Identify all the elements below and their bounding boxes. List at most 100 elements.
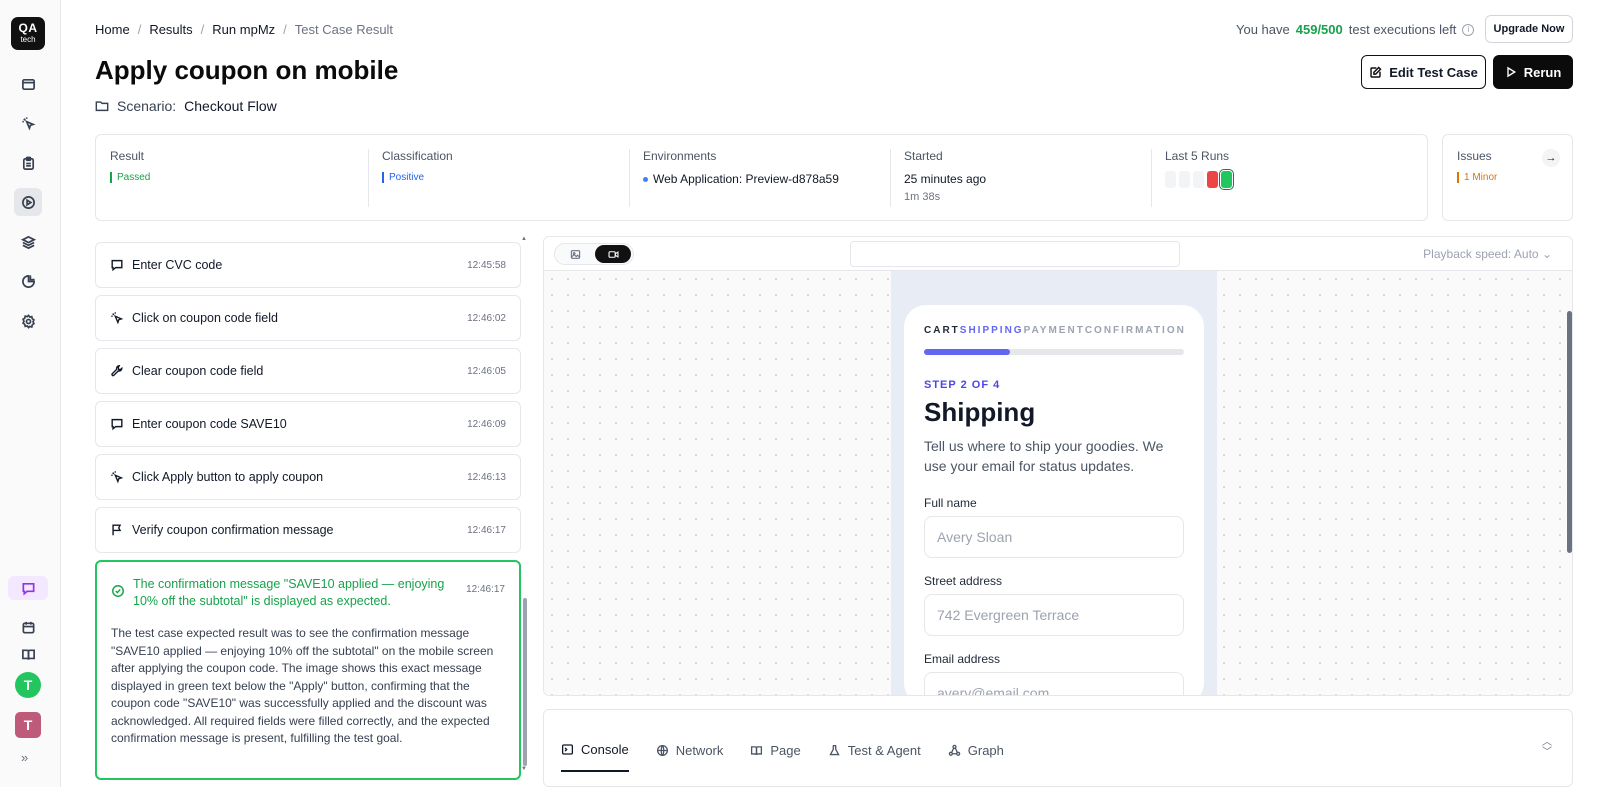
step-item[interactable]: Enter coupon code SAVE10 12:46:09 [95, 401, 521, 447]
tab-network[interactable]: Network [656, 742, 723, 772]
tab-label: Page [770, 743, 801, 758]
view-toggle [554, 243, 634, 265]
step-time: 12:46:05 [467, 365, 506, 377]
edit-test-case-button[interactable]: Edit Test Case [1361, 55, 1486, 89]
sidebar-item-layers[interactable] [14, 228, 42, 256]
chevron-down-icon: ⌄ [1541, 247, 1552, 261]
issues-badge: 1 Minor [1457, 172, 1558, 183]
checkout-steps: CART SHIPPING PAYMENT CONFIRMATION [924, 325, 1184, 336]
calendar-icon [22, 621, 34, 633]
run-indicator[interactable] [1179, 171, 1190, 188]
step-item[interactable]: Click Apply button to apply coupon 12:46… [95, 454, 521, 500]
sidebar-item-analytics[interactable] [14, 267, 42, 295]
step-item[interactable]: Enter CVC code 12:45:58 [95, 242, 521, 288]
message-icon [111, 418, 123, 431]
preview-scrollbar[interactable] [1567, 311, 1572, 553]
breadcrumb-separator: / [137, 22, 142, 37]
breadcrumb: Home / Results / Run mpMz / Test Case Re… [95, 22, 393, 37]
screenshot-toggle[interactable] [557, 245, 593, 263]
step-item[interactable]: Click on coupon code field 12:46:02 [95, 295, 521, 341]
video-toggle[interactable] [595, 245, 631, 263]
flask-icon [829, 744, 840, 756]
duration: 1m 38s [904, 191, 941, 203]
environments-cell: Environments Web Application: Preview-d8… [629, 149, 890, 207]
tab-graph[interactable]: Graph [948, 742, 1004, 772]
checkout-step: PAYMENT [1023, 325, 1085, 336]
run-indicator-passed[interactable] [1219, 169, 1234, 190]
globe-icon [656, 744, 668, 757]
tab-label: Console [581, 742, 629, 757]
url-bar[interactable] [850, 241, 1180, 267]
expand-collapse-icon[interactable]: ︿ ﹀ [1542, 738, 1552, 758]
scrollbar-thumb[interactable] [523, 598, 527, 766]
sidebar-item-calendar[interactable] [14, 613, 42, 641]
graph-icon [948, 744, 961, 756]
breadcrumb-run[interactable]: Run mpMz [212, 22, 275, 37]
field-label: Email address [924, 652, 1001, 666]
screen-title: Shipping [924, 397, 1036, 427]
result-step[interactable]: The confirmation message "SAVE10 applied… [95, 560, 521, 780]
click-icon [111, 312, 124, 325]
book-icon [21, 648, 35, 660]
issues-card[interactable]: Issues 1 Minor → [1442, 134, 1573, 221]
step-item[interactable]: Verify coupon confirmation message 12:46… [95, 507, 521, 553]
clipboard-icon [22, 156, 34, 170]
checkout-step: CART [924, 325, 960, 336]
step-indicator: STEP 2 OF 4 [924, 379, 1001, 391]
sidebar-item-settings[interactable] [14, 307, 42, 335]
email-field: avery@email.com [924, 672, 1184, 695]
sidebar: QA tech T T » [0, 0, 61, 787]
devtools-panel: Console Network Page Test & Agent Graph … [543, 709, 1573, 787]
playback-speed-select[interactable]: Playback speed: Auto ⌄ [1423, 247, 1552, 261]
scroll-up-icon[interactable]: ▲ [521, 236, 527, 242]
run-indicator[interactable] [1165, 171, 1176, 188]
step-time: 12:45:58 [467, 259, 506, 271]
rerun-button[interactable]: Rerun [1493, 55, 1573, 89]
steps-scrollbar[interactable]: ▲ ▼ [521, 236, 527, 772]
scenario-label: Scenario: [117, 98, 177, 114]
upgrade-button[interactable]: Upgrade Now [1485, 15, 1573, 43]
step-item[interactable]: Clear coupon code field 12:46:05 [95, 348, 521, 394]
step-time: 12:46:09 [467, 418, 506, 430]
step-text: Clear coupon code field [132, 364, 264, 378]
status-badge: Passed [110, 172, 368, 183]
mobile-screen: CART SHIPPING PAYMENT CONFIRMATION STEP … [904, 305, 1204, 695]
breadcrumb-separator: / [283, 22, 287, 37]
tab-test-agent[interactable]: Test & Agent [828, 742, 921, 772]
devtools-tabs: Console Network Page Test & Agent Graph [561, 742, 1031, 772]
info-icon[interactable]: i [1462, 23, 1475, 36]
arrow-right-icon[interactable]: → [1542, 149, 1560, 167]
breadcrumb-home[interactable]: Home [95, 22, 130, 37]
scroll-down-icon[interactable]: ▼ [521, 766, 527, 772]
run-indicator-failed[interactable] [1207, 171, 1218, 188]
run-indicator[interactable] [1193, 171, 1204, 188]
environments-label: Environments [643, 149, 717, 163]
breadcrumb-current: Test Case Result [294, 22, 394, 37]
tab-console[interactable]: Console [561, 742, 629, 772]
checkout-progress [924, 349, 1184, 355]
tab-label: Test & Agent [847, 743, 921, 758]
result-label: Result [110, 149, 145, 163]
video-icon [607, 250, 619, 258]
quota-count: 459/500 [1295, 22, 1343, 37]
breadcrumb-results[interactable]: Results [149, 22, 192, 37]
environment-dot [643, 176, 648, 182]
sidebar-item-docs[interactable] [14, 640, 42, 668]
scenario-name[interactable]: Checkout Flow [184, 98, 277, 114]
expand-sidebar-icon[interactable]: » [21, 750, 28, 765]
logo-line1: QA [18, 21, 38, 35]
pie-chart-icon [21, 274, 35, 288]
tab-page[interactable]: Page [750, 742, 801, 772]
sidebar-item-chat[interactable] [8, 576, 48, 600]
street-address-field: 742 Evergreen Terrace [924, 594, 1184, 636]
edit-label: Edit Test Case [1389, 64, 1478, 80]
sidebar-item-actions[interactable] [14, 109, 42, 137]
device-frame: CART SHIPPING PAYMENT CONFIRMATION STEP … [891, 271, 1217, 695]
sidebar-item-test-cases[interactable] [14, 149, 42, 177]
avatar[interactable]: T [15, 672, 41, 698]
step-text: Click Apply button to apply coupon [132, 470, 324, 484]
workspace-avatar[interactable]: T [15, 712, 41, 738]
app-logo[interactable]: QA tech [11, 17, 45, 50]
sidebar-item-browser[interactable] [14, 70, 42, 98]
sidebar-item-runs[interactable] [14, 188, 42, 216]
